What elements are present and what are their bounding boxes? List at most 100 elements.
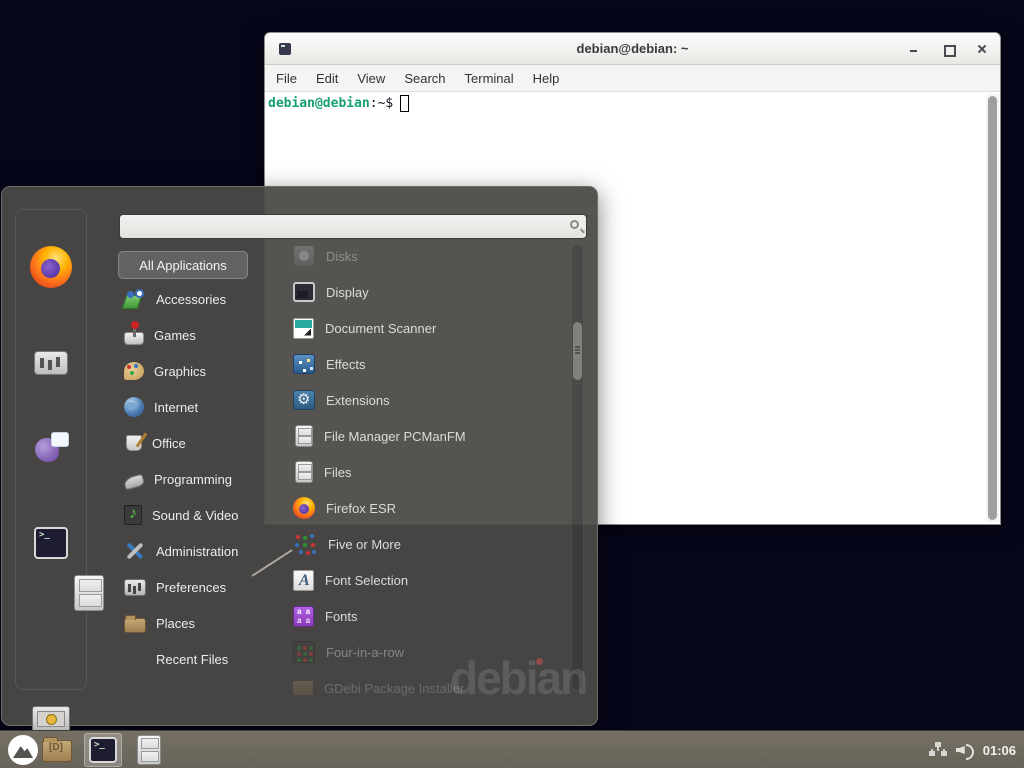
menu-file[interactable]: File [276,71,297,86]
clock[interactable]: 01:06 [983,743,1016,758]
firefox-icon [293,497,315,519]
extensions-icon [293,390,315,410]
app-label: File Manager PCManFM [324,429,466,444]
app-label: GDebi Package Installer [324,681,464,696]
category-label: Places [156,616,195,631]
category-places[interactable]: Places [118,605,283,641]
system-tray: 01:06 [929,731,1016,768]
firefox-icon[interactable] [30,246,72,288]
app-font-selection[interactable]: Font Selection [284,562,570,598]
sound-video-icon [124,505,142,525]
app-disks[interactable]: Disks [284,238,570,274]
app-fonts[interactable]: Fonts [284,598,570,634]
accessories-icon [124,289,146,309]
disks-icon [293,245,315,267]
menu-edit[interactable]: Edit [316,71,338,86]
maximize-icon[interactable] [942,43,954,55]
document-scanner-icon [293,318,314,339]
category-games[interactable]: Games [118,317,283,353]
folder-launcher[interactable]: [D] [42,738,72,762]
app-label: Document Scanner [325,321,436,336]
app-label: Firefox ESR [326,501,396,516]
menu-button[interactable] [8,735,38,765]
category-programming[interactable]: Programming [118,461,283,497]
category-sound-video[interactable]: Sound & Video [118,497,283,533]
app-file-manager-pcmanfm[interactable]: File Manager PCManFM [284,418,570,454]
menu-search-input[interactable] [126,217,556,236]
category-accessories[interactable]: Accessories [118,281,283,317]
menu-scrollbar[interactable] [571,244,584,691]
terminal-task-button[interactable] [84,733,122,767]
app-label: Effects [326,357,366,372]
office-icon [126,435,142,451]
preferences-icon [124,579,146,596]
four-in-a-row-icon [293,641,315,663]
app-label: Font Selection [325,573,408,588]
category-graphics[interactable]: Graphics [118,353,283,389]
app-extensions[interactable]: Extensions [284,382,570,418]
folder-label-glyph: [D] [49,742,63,753]
favorites-column [15,209,87,690]
category-all-applications[interactable]: All Applications [118,251,248,279]
category-list: Accessories Games Graphics Internet Offi… [118,281,283,677]
minimize-icon[interactable] [908,43,920,55]
terminal-window-icon [279,43,291,55]
control-center-icon[interactable] [34,351,68,375]
category-recent-files[interactable]: Recent Files [118,641,283,677]
prompt-suffix: :~$ [370,96,393,111]
app-effects[interactable]: Effects [284,346,570,382]
category-internet[interactable]: Internet [118,389,283,425]
app-firefox-esr[interactable]: Firefox ESR [284,490,570,526]
app-display[interactable]: Display [284,274,570,310]
file-manager-icon [295,425,313,447]
close-icon[interactable] [976,43,988,55]
menu-help[interactable]: Help [533,71,560,86]
file-manager-launcher[interactable] [136,735,162,765]
network-icon[interactable] [929,742,947,758]
category-administration[interactable]: Administration [118,533,283,569]
font-selection-icon [293,570,314,591]
files-icon [295,461,313,483]
application-menu: All Applications Accessories Games Graph… [1,186,598,726]
file-manager-icon[interactable] [74,575,104,611]
menu-search-box [119,214,587,239]
graphics-icon [124,362,144,380]
five-or-more-icon [293,532,317,556]
app-label: Files [324,465,351,480]
menu-view[interactable]: View [357,71,385,86]
category-preferences[interactable]: Preferences [118,569,283,605]
category-label: All Applications [139,258,226,273]
administration-icon [124,541,146,561]
app-five-or-more[interactable]: Five or More [284,526,570,562]
menu-scrollbar-thumb[interactable] [573,322,582,380]
app-label: Disks [326,249,358,264]
menu-search[interactable]: Search [404,71,445,86]
category-office[interactable]: Office [118,425,283,461]
pidgin-icon[interactable] [33,430,69,464]
category-label: Programming [154,472,232,487]
app-document-scanner[interactable]: Document Scanner [284,310,570,346]
category-label: Preferences [156,580,226,595]
category-label: Accessories [156,292,226,307]
terminal-titlebar[interactable]: debian@debian: ~ [265,33,1000,65]
programming-icon [123,473,145,490]
display-icon [293,282,315,302]
volume-icon[interactable] [956,742,974,758]
effects-icon [293,354,315,374]
file-manager-icon [137,735,161,765]
category-label: Games [154,328,196,343]
terminal-scrollbar[interactable] [986,94,999,522]
app-files[interactable]: Files [284,454,570,490]
app-label: Display [326,285,369,300]
app-label: Extensions [326,393,390,408]
terminal-icon[interactable] [34,527,68,559]
category-label: Sound & Video [152,508,239,523]
terminal-menubar: File Edit View Search Terminal Help [265,65,1000,92]
terminal-scrollbar-thumb[interactable] [988,96,997,520]
lock-screen-icon[interactable] [32,706,70,732]
games-icon [124,332,144,345]
menu-terminal[interactable]: Terminal [465,71,514,86]
taskbar: [D] 01:06 [0,730,1024,768]
category-label: Administration [156,544,238,559]
category-label: Office [152,436,186,451]
